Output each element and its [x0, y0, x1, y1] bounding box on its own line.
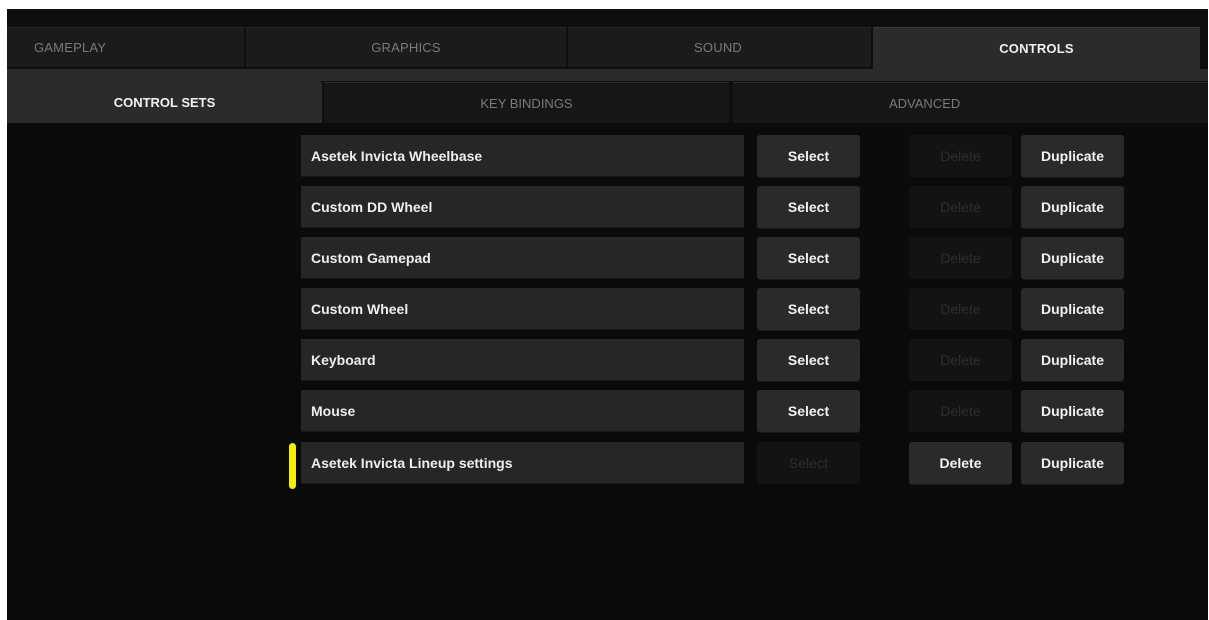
tab-controls[interactable]: CONTROLS	[873, 27, 1200, 69]
control-set-row: Mouse Select Delete Duplicate	[301, 390, 1131, 432]
select-button[interactable]: Select	[757, 237, 860, 279]
control-sets-panel: Asetek Invicta Wheelbase Select Delete D…	[7, 123, 1208, 620]
duplicate-button[interactable]: Duplicate	[1021, 339, 1124, 381]
tab-gameplay[interactable]: GAMEPLAY	[7, 27, 244, 67]
duplicate-button[interactable]: Duplicate	[1021, 237, 1124, 279]
control-set-row-active: Asetek Invicta Lineup settings Select De…	[289, 442, 1131, 489]
delete-button: Delete	[909, 390, 1012, 432]
duplicate-button[interactable]: Duplicate	[1021, 135, 1124, 177]
subtab-advanced[interactable]: ADVANCED	[733, 82, 1208, 123]
select-button[interactable]: Select	[757, 186, 860, 228]
control-set-row: Custom Gamepad Select Delete Duplicate	[301, 237, 1131, 279]
tab-underline-strip	[7, 69, 1208, 81]
select-button[interactable]: Select	[757, 288, 860, 330]
subtab-control-sets[interactable]: CONTROL SETS	[7, 81, 322, 123]
delete-button[interactable]: Delete	[909, 442, 1012, 484]
duplicate-button[interactable]: Duplicate	[1021, 390, 1124, 432]
control-set-row: Asetek Invicta Wheelbase Select Delete D…	[301, 135, 1131, 177]
settings-window: GAMEPLAY GRAPHICS SOUND CONTROLS CONTROL…	[7, 9, 1208, 620]
active-indicator	[289, 443, 296, 489]
tab-sound[interactable]: SOUND	[568, 27, 871, 67]
duplicate-button[interactable]: Duplicate	[1021, 442, 1124, 484]
control-set-row: Custom Wheel Select Delete Duplicate	[301, 288, 1131, 330]
sub-tab-bar: CONTROL SETS KEY BINDINGS ADVANCED	[7, 81, 1208, 123]
delete-button: Delete	[909, 288, 1012, 330]
delete-button: Delete	[909, 339, 1012, 381]
delete-button: Delete	[909, 186, 1012, 228]
duplicate-button[interactable]: Duplicate	[1021, 288, 1124, 330]
tab-graphics[interactable]: GRAPHICS	[246, 27, 566, 67]
duplicate-button[interactable]: Duplicate	[1021, 186, 1124, 228]
control-set-name[interactable]: Asetek Invicta Lineup settings	[301, 442, 744, 484]
subtab-key-bindings[interactable]: KEY BINDINGS	[324, 82, 729, 123]
control-set-name[interactable]: Asetek Invicta Wheelbase	[301, 135, 744, 177]
select-button[interactable]: Select	[757, 339, 860, 381]
delete-button: Delete	[909, 237, 1012, 279]
delete-button: Delete	[909, 135, 1012, 177]
control-set-name[interactable]: Custom DD Wheel	[301, 186, 744, 228]
control-set-row: Custom DD Wheel Select Delete Duplicate	[301, 186, 1131, 228]
top-tab-bar: GAMEPLAY GRAPHICS SOUND CONTROLS	[7, 9, 1208, 69]
control-set-name[interactable]: Custom Wheel	[301, 288, 744, 330]
select-button[interactable]: Select	[757, 135, 860, 177]
select-button: Select	[757, 442, 860, 484]
select-button[interactable]: Select	[757, 390, 860, 432]
control-set-name[interactable]: Custom Gamepad	[301, 237, 744, 279]
control-set-name[interactable]: Mouse	[301, 390, 744, 432]
control-set-row: Keyboard Select Delete Duplicate	[301, 339, 1131, 381]
control-set-name[interactable]: Keyboard	[301, 339, 744, 381]
